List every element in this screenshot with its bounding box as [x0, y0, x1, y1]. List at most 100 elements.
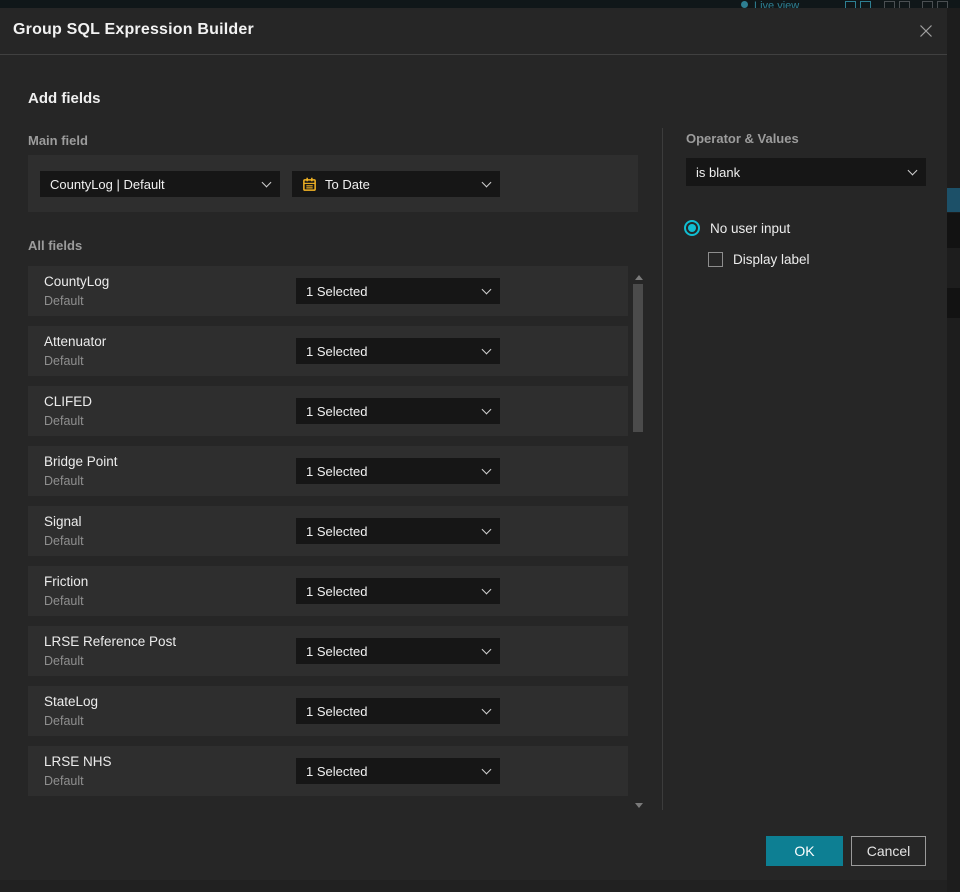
operator-dropdown[interactable]: is blank: [686, 158, 926, 186]
field-name: LRSE NHS: [44, 754, 112, 769]
scrollbar-up-arrow[interactable]: [635, 275, 643, 280]
selected-count: 1 Selected: [306, 703, 368, 719]
panel-toggle-icon[interactable]: [922, 1, 933, 8]
backdrop-bottom-edge: [0, 880, 947, 892]
chevron-down-icon: [481, 284, 492, 294]
field-sublabel: Default: [44, 714, 84, 728]
field-row-lrse-reference-post: LRSE Reference Post Default 1 Selected: [28, 626, 628, 676]
scrollbar-thumb[interactable]: [633, 284, 643, 432]
field-selected-dropdown[interactable]: 1 Selected: [296, 278, 500, 304]
field-row-bridge-point: Bridge Point Default 1 Selected: [28, 446, 628, 496]
field-sublabel: Default: [44, 414, 84, 428]
chevron-down-icon: [481, 404, 492, 414]
field-name: Bridge Point: [44, 454, 118, 469]
field-sublabel: Default: [44, 654, 84, 668]
field-name: Attenuator: [44, 334, 107, 349]
field-sublabel: Default: [44, 774, 84, 788]
panel-toggle-icon[interactable]: [884, 1, 895, 8]
panel-toggle-icon[interactable]: [845, 1, 856, 8]
selected-count: 1 Selected: [306, 403, 368, 419]
dialog-title: Group SQL Expression Builder: [13, 21, 254, 38]
selected-count: 1 Selected: [306, 283, 368, 299]
chevron-down-icon: [481, 524, 492, 534]
field-sublabel: Default: [44, 534, 84, 548]
operator-values-label: Operator & Values: [686, 131, 799, 146]
selected-count: 1 Selected: [306, 763, 368, 779]
field-name: CLIFED: [44, 394, 93, 409]
field-row-lrse-nhs: LRSE NHS Default 1 Selected: [28, 746, 628, 796]
field-name: LRSE Reference Post: [44, 634, 177, 649]
field-name: CountyLog: [44, 274, 110, 289]
add-fields-heading: Add fields: [28, 90, 101, 107]
no-user-input-radio-option[interactable]: No user input: [684, 220, 790, 236]
field-sublabel: Default: [44, 354, 84, 368]
ok-button[interactable]: OK: [766, 836, 843, 866]
chevron-down-icon: [481, 464, 492, 474]
live-view-dot-icon: [741, 1, 748, 8]
field-selected-dropdown[interactable]: 1 Selected: [296, 518, 500, 544]
group-sql-expression-builder-dialog: Group SQL Expression Builder Add fields …: [0, 8, 947, 880]
selected-count: 1 Selected: [306, 643, 368, 659]
panel-toggle-icon[interactable]: [899, 1, 910, 8]
chevron-down-icon: [907, 165, 918, 175]
close-button[interactable]: [915, 21, 937, 43]
chevron-down-icon: [481, 177, 492, 187]
all-fields-list: CountyLog Default 1 Selected Attenuator …: [28, 266, 628, 796]
main-field-layer-dropdown[interactable]: CountyLog | Default: [40, 171, 280, 197]
field-selected-dropdown[interactable]: 1 Selected: [296, 758, 500, 784]
selected-count: 1 Selected: [306, 343, 368, 359]
close-icon: [918, 23, 934, 42]
selected-count: 1 Selected: [306, 583, 368, 599]
field-selected-dropdown[interactable]: 1 Selected: [296, 578, 500, 604]
chevron-down-icon: [481, 644, 492, 654]
checkbox-unchecked-icon: [708, 252, 723, 267]
selected-count: 1 Selected: [306, 523, 368, 539]
live-view-label: Live view: [754, 0, 800, 8]
main-field-layer-value: CountyLog | Default: [50, 176, 165, 192]
chevron-down-icon: [481, 704, 492, 714]
operator-value: is blank: [696, 164, 741, 180]
selected-count: 1 Selected: [306, 463, 368, 479]
field-selected-dropdown[interactable]: 1 Selected: [296, 398, 500, 424]
cancel-button[interactable]: Cancel: [851, 836, 926, 866]
panel-toggle-icon[interactable]: [860, 1, 871, 8]
field-name: Friction: [44, 574, 89, 589]
field-row-statelog: StateLog Default 1 Selected: [28, 686, 628, 736]
no-user-input-label: No user input: [710, 220, 791, 236]
field-sublabel: Default: [44, 594, 84, 608]
field-selected-dropdown[interactable]: 1 Selected: [296, 638, 500, 664]
chevron-down-icon: [481, 344, 492, 354]
display-label-checkbox-option[interactable]: Display label: [708, 252, 810, 267]
main-field-field-dropdown[interactable]: To Date: [292, 171, 500, 197]
field-row-attenuator: Attenuator Default 1 Selected: [28, 326, 628, 376]
panel-divider: [662, 128, 663, 810]
main-field-panel: CountyLog | Default To Date: [28, 155, 638, 212]
field-sublabel: Default: [44, 294, 84, 308]
field-selected-dropdown[interactable]: 1 Selected: [296, 698, 500, 724]
radio-selected-icon: [684, 220, 700, 236]
field-selected-dropdown[interactable]: 1 Selected: [296, 458, 500, 484]
scrollbar-down-arrow[interactable]: [635, 803, 643, 808]
field-sublabel: Default: [44, 474, 84, 488]
field-row-countylog: CountyLog Default 1 Selected: [28, 266, 628, 316]
calendar-date-icon: [302, 177, 317, 192]
main-field-field-value: To Date: [325, 176, 370, 192]
field-selected-dropdown[interactable]: 1 Selected: [296, 338, 500, 364]
field-name: StateLog: [44, 694, 99, 709]
backdrop-right-edge: [947, 8, 960, 892]
dialog-titlebar: Group SQL Expression Builder: [0, 8, 947, 55]
field-row-friction: Friction Default 1 Selected: [28, 566, 628, 616]
field-row-signal: Signal Default 1 Selected: [28, 506, 628, 556]
all-fields-label: All fields: [28, 238, 83, 253]
live-view-tab[interactable]: Live view: [741, 0, 799, 8]
panel-toggle-icon[interactable]: [937, 1, 948, 8]
field-row-clifed: CLIFED Default 1 Selected: [28, 386, 628, 436]
backdrop-top-bar: Live view: [0, 0, 960, 8]
field-name: Signal: [44, 514, 82, 529]
chevron-down-icon: [261, 177, 272, 187]
main-field-label: Main field: [28, 133, 88, 148]
chevron-down-icon: [481, 584, 492, 594]
backdrop-highlight: [947, 188, 960, 212]
display-label-text: Display label: [733, 252, 810, 267]
chevron-down-icon: [481, 764, 492, 774]
